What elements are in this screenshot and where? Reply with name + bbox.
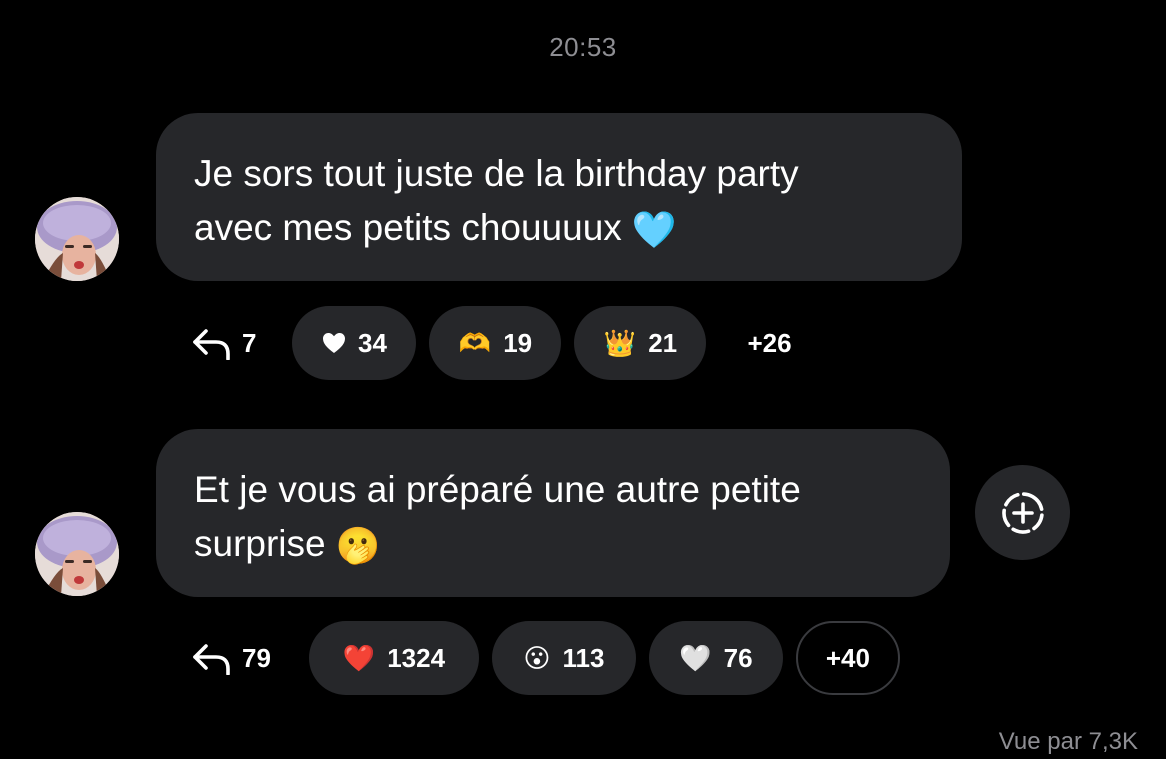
sender-avatar[interactable] — [35, 512, 119, 596]
red-heart-emoji: ❤️ — [342, 642, 376, 673]
reply-count-value: 79 — [242, 642, 271, 673]
reaction-count: 113 — [562, 642, 605, 673]
message-timestamp: 20:53 — [549, 32, 617, 62]
message-bubble[interactable]: Et je vous ai préparé une autre petite s… — [156, 429, 950, 597]
reaction-count: 34 — [358, 327, 387, 358]
add-circle-dashed-icon — [1001, 491, 1044, 534]
chat-screen: 20:53 Je sors tout juste de la birthday … — [0, 0, 1166, 759]
seen-by-count: Vue par 7,3K — [998, 728, 1138, 755]
reaction-count: 76 — [723, 642, 753, 673]
reaction-count: 1324 — [387, 642, 446, 673]
reply-arrow-icon — [193, 329, 230, 360]
reaction-chip[interactable]: 🫶 19 — [429, 306, 562, 380]
white-heart-icon — [322, 332, 346, 354]
reactions-row: 79 ❤️ 1324 😮 113 🤍 76 +40 — [190, 621, 913, 695]
reaction-chip[interactable]: 34 — [292, 306, 417, 380]
message-text-line: Je sors tout juste de la birthday party — [194, 153, 799, 194]
surprised-face-emoji: 😮 — [523, 642, 551, 673]
white-heart-emoji: 🤍 — [679, 642, 712, 673]
add-to-story-button[interactable] — [975, 465, 1070, 560]
more-reactions-button[interactable]: +40 — [795, 621, 900, 695]
sender-avatar[interactable] — [35, 197, 119, 281]
light-blue-heart-emoji: 🩵 — [631, 209, 677, 250]
reaction-count: 19 — [503, 327, 533, 358]
reaction-chip[interactable]: 👑 21 — [574, 306, 707, 380]
reply-count[interactable]: 7 — [190, 306, 256, 380]
message-text-line: surprise 🫢 — [194, 523, 381, 566]
reaction-count: 21 — [648, 327, 678, 358]
reply-arrow-icon — [193, 644, 230, 675]
face-with-hand-over-mouth-emoji: 🫢 — [335, 525, 381, 566]
message-text-line: Et je vous ai préparé une autre petite — [194, 469, 801, 510]
reply-count-value: 7 — [242, 327, 257, 358]
heart-hands-emoji: 🫶 — [458, 327, 492, 358]
message-bubble[interactable]: Je sors tout juste de la birthday party … — [156, 113, 962, 281]
reactions-row: 7 34 🫶 19 👑 21 +26 — [190, 306, 833, 380]
reply-count[interactable]: 79 — [190, 621, 271, 695]
reaction-chip[interactable]: 😮 113 — [491, 621, 636, 695]
more-reactions-button[interactable]: +26 — [719, 306, 819, 380]
reaction-chip[interactable]: 🤍 76 — [648, 621, 783, 695]
crown-emoji: 👑 — [603, 327, 637, 358]
message-text-line: avec mes petits chouuuux 🩵 — [194, 207, 677, 250]
reaction-chip[interactable]: ❤️ 1324 — [308, 621, 479, 695]
